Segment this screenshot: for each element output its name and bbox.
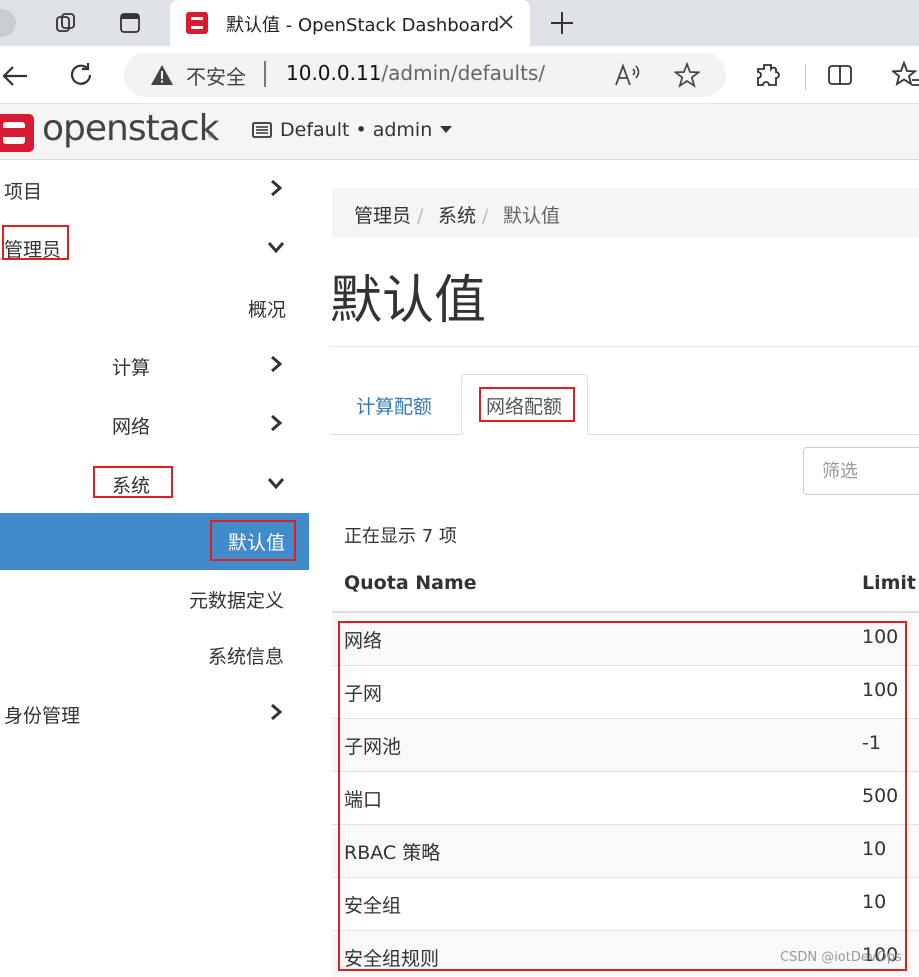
annotation-box-table	[338, 621, 907, 971]
breadcrumb-item-system[interactable]: 系统 /	[438, 201, 488, 228]
browser-nav-bar: 不安全 10.0.0.11/admin/defaults/	[0, 46, 919, 104]
url-text[interactable]: 10.0.0.11/admin/defaults/	[286, 61, 545, 85]
sidebar-item-identity[interactable]: 身份管理	[4, 701, 80, 728]
refresh-icon[interactable]	[66, 60, 96, 90]
breadcrumb-item-admin[interactable]: 管理员 /	[354, 201, 423, 228]
vertical-tabs-icon[interactable]	[116, 10, 144, 36]
workspaces-icon[interactable]	[52, 10, 80, 36]
chevron-right-icon[interactable]	[266, 354, 286, 374]
insecure-label[interactable]: 不安全	[186, 61, 246, 90]
warning-icon[interactable]	[150, 64, 174, 86]
annotation-box-defaults	[210, 520, 296, 561]
favorites-icon[interactable]	[892, 60, 919, 90]
chevron-right-icon[interactable]	[266, 413, 286, 433]
toolbar-divider	[805, 64, 806, 90]
address-bar[interactable]: 不安全 10.0.0.11/admin/defaults/	[124, 53, 726, 97]
active-browser-tab[interactable]: 默认值 - OpenStack Dashboard	[170, 0, 530, 46]
breadcrumb: 管理员 / 系统 / 默认值	[332, 188, 919, 238]
breadcrumb-item-defaults: 默认值	[503, 205, 561, 227]
browser-tab-bar: 默认值 - OpenStack Dashboard	[0, 0, 919, 46]
address-divider	[264, 61, 266, 87]
annotation-box-system	[93, 466, 173, 498]
project-selector-label: Default • admin	[280, 119, 433, 141]
chevron-right-icon[interactable]	[266, 702, 286, 722]
tabs-underline	[330, 434, 919, 435]
tab-title: 默认值 - OpenStack Dashboard	[226, 15, 500, 36]
split-screen-icon[interactable]	[826, 61, 854, 89]
favorite-star-icon[interactable]	[674, 62, 700, 88]
list-icon	[252, 122, 272, 138]
item-count-text: 正在显示 7 项	[344, 526, 457, 547]
openstack-logo-text[interactable]: openstack	[42, 108, 219, 149]
new-tab-icon[interactable]	[548, 9, 576, 37]
extensions-icon[interactable]	[754, 61, 782, 89]
title-divider	[330, 346, 919, 347]
sidebar-item-project[interactable]: 项目	[4, 177, 42, 204]
tab-compute-quotas[interactable]: 计算配额	[356, 392, 432, 419]
logo-registered-mark: ®	[207, 131, 215, 140]
sidebar-item-compute[interactable]: 计算	[112, 353, 150, 380]
sidebar-item-system-info[interactable]: 系统信息	[208, 642, 284, 669]
openstack-header: openstack ® Default • admin	[0, 104, 919, 160]
annotation-box-admin	[2, 225, 69, 260]
chevron-right-icon[interactable]	[266, 178, 286, 198]
page-title: 默认值	[330, 271, 487, 331]
column-header-limit[interactable]: Limit	[862, 572, 916, 594]
annotation-box-network-tab	[479, 387, 575, 422]
column-header-quota-name[interactable]: Quota Name	[344, 572, 477, 594]
caret-down-icon	[440, 126, 453, 133]
chevron-down-icon[interactable]	[266, 237, 286, 257]
back-icon[interactable]	[0, 61, 30, 91]
sidebar-item-network[interactable]: 网络	[112, 412, 150, 439]
close-tab-icon[interactable]	[496, 12, 516, 32]
sidebar-item-overview[interactable]: 概况	[248, 295, 286, 322]
read-aloud-icon[interactable]	[614, 63, 642, 87]
filter-input[interactable]	[803, 447, 919, 495]
table-header: Quota Name Limit	[332, 557, 919, 613]
openstack-logo-icon[interactable]	[0, 114, 34, 152]
sidebar: 项目 管理员 概况 计算 网络 系统 默认值 元数据定义 系统信息 身份管理	[0, 160, 310, 977]
watermark: CSDN @iotDevOps	[780, 950, 902, 965]
chevron-down-icon[interactable]	[266, 473, 286, 493]
profile-icon[interactable]	[0, 9, 16, 37]
sidebar-item-metadata[interactable]: 元数据定义	[189, 586, 284, 613]
openstack-favicon-icon	[186, 12, 208, 34]
project-selector[interactable]: Default • admin	[252, 119, 453, 141]
